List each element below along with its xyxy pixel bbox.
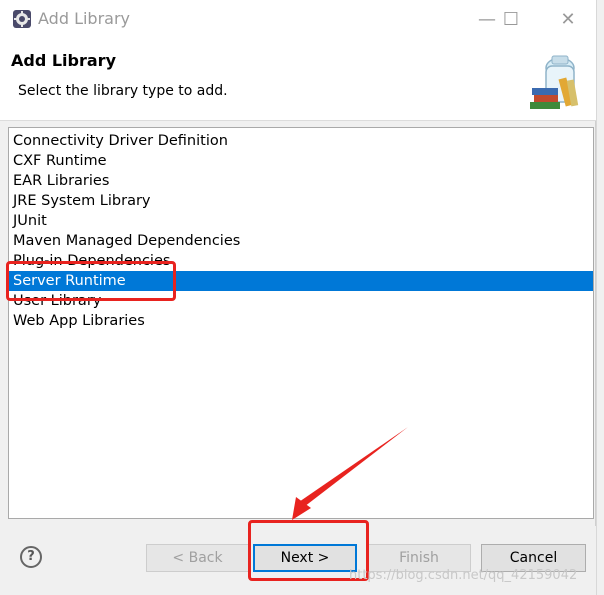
annotation-arrow-icon xyxy=(292,427,408,520)
watermark: https://blog.csdn.net/qq_42159042 xyxy=(349,568,578,583)
